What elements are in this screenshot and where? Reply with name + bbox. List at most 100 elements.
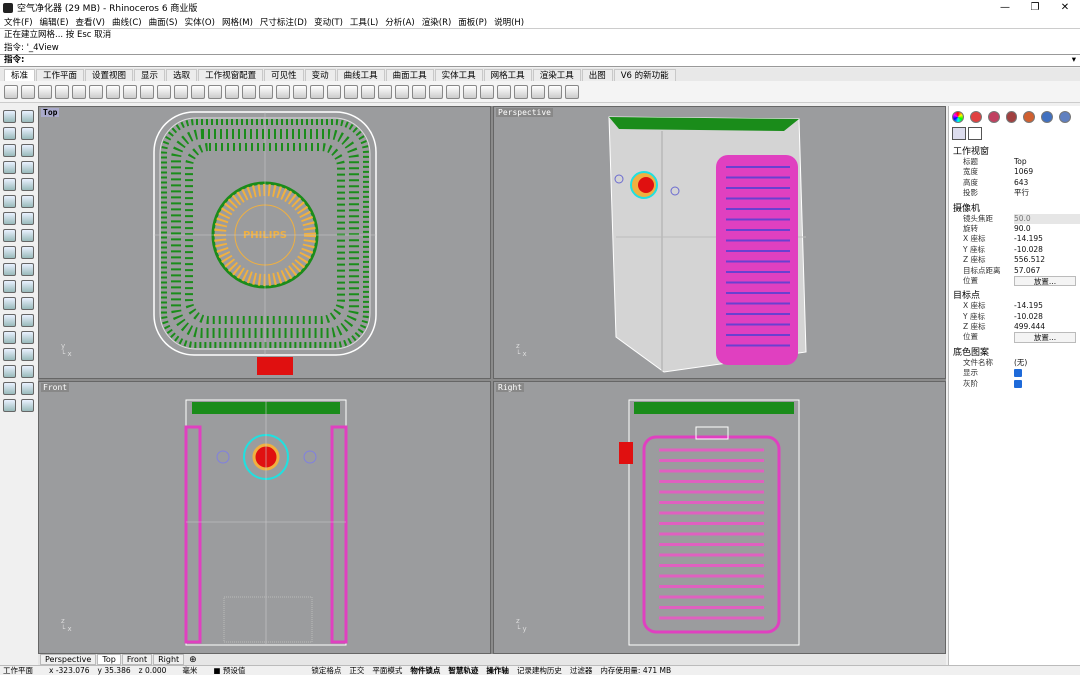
modeling-tool-icon[interactable]	[21, 314, 34, 327]
toolbar-command-icon[interactable]	[242, 84, 256, 99]
modeling-tool-icon[interactable]	[21, 127, 34, 140]
modeling-tool-icon[interactable]	[21, 263, 34, 276]
toolbar-command-icon[interactable]	[327, 84, 341, 99]
cplane-label[interactable]: 工作平面	[3, 665, 33, 675]
texture-icon[interactable]	[1005, 111, 1018, 123]
current-layer[interactable]: ■ 预设值	[213, 665, 253, 675]
viewport-title-right[interactable]: Right	[496, 383, 525, 392]
toolbar-command-icon[interactable]	[208, 84, 222, 99]
modeling-tool-icon[interactable]	[21, 331, 34, 344]
status-toggle[interactable]: 物件锁点	[410, 665, 440, 675]
toolbar-command-icon[interactable]	[259, 84, 273, 99]
modeling-tool-icon[interactable]	[3, 297, 16, 310]
named-view-icon[interactable]	[1059, 111, 1072, 123]
viewport-tab[interactable]: Perspective	[40, 654, 97, 665]
toolbar-command-icon[interactable]	[21, 84, 35, 99]
toolbar-command-icon[interactable]	[463, 84, 477, 99]
modeling-tool-icon[interactable]	[21, 399, 34, 412]
status-toggle[interactable]: 内存使用量: 471 MB	[600, 665, 671, 675]
toolbar-command-icon[interactable]	[174, 84, 188, 99]
modeling-tool-icon[interactable]	[3, 314, 16, 327]
toolbar-command-icon[interactable]	[361, 84, 375, 99]
modeling-tool-icon[interactable]	[3, 161, 16, 174]
modeling-tool-icon[interactable]	[3, 263, 16, 276]
status-toggle[interactable]: 正交	[349, 665, 364, 675]
close-button[interactable]: ✕	[1050, 0, 1080, 15]
modeling-tool-icon[interactable]	[3, 365, 16, 378]
modeling-tool-icon[interactable]	[21, 348, 34, 361]
toolbar-command-icon[interactable]	[565, 84, 579, 99]
toolbar-tab[interactable]: V6 的新功能	[613, 69, 676, 81]
add-viewport-icon[interactable]: ⊕	[189, 655, 197, 665]
status-toggle[interactable]: 记录建构历史	[517, 665, 562, 675]
toolbar-command-icon[interactable]	[429, 84, 443, 99]
toolbar-command-icon[interactable]	[378, 84, 392, 99]
toolbar-tab[interactable]: 网格工具	[483, 69, 532, 81]
toolbar-command-icon[interactable]	[157, 84, 171, 99]
modeling-tool-icon[interactable]	[3, 212, 16, 225]
toolbar-tab[interactable]: 可见性	[264, 69, 304, 81]
material-icon[interactable]	[987, 111, 1000, 123]
place-button[interactable]: 放置...	[1014, 332, 1076, 343]
viewport-properties-icon[interactable]	[968, 127, 982, 140]
toolbar-command-icon[interactable]	[276, 84, 290, 99]
viewport-tab[interactable]: Top	[97, 654, 121, 665]
toolbar-command-icon[interactable]	[480, 84, 494, 99]
menu-item[interactable]: 说明(H)	[494, 16, 524, 28]
menu-item[interactable]: 渲染(R)	[422, 16, 452, 28]
toolbar-command-icon[interactable]	[514, 84, 528, 99]
modeling-tool-icon[interactable]	[3, 178, 16, 191]
menu-item[interactable]: 网格(M)	[222, 16, 253, 28]
minimize-button[interactable]: —	[990, 0, 1020, 15]
modeling-tool-icon[interactable]	[3, 110, 16, 123]
modeling-tool-icon[interactable]	[21, 229, 34, 242]
toolbar-command-icon[interactable]	[4, 84, 18, 99]
toolbar-tab[interactable]: 变动	[304, 69, 336, 81]
modeling-tool-icon[interactable]	[21, 144, 34, 157]
modeling-tool-icon[interactable]	[21, 178, 34, 191]
modeling-tool-icon[interactable]	[21, 297, 34, 310]
modeling-tool-icon[interactable]	[21, 110, 34, 123]
toolbar-tab[interactable]: 渲染工具	[532, 69, 581, 81]
checkbox[interactable]	[1014, 369, 1022, 378]
toolbar-command-icon[interactable]	[123, 84, 137, 99]
toolbar-command-icon[interactable]	[412, 84, 426, 99]
modeling-tool-icon[interactable]	[21, 280, 34, 293]
menu-item[interactable]: 实体(O)	[185, 16, 215, 28]
modeling-tool-icon[interactable]	[3, 399, 16, 412]
toolbar-command-icon[interactable]	[310, 84, 324, 99]
modeling-tool-icon[interactable]	[21, 246, 34, 259]
toolbar-command-icon[interactable]	[293, 84, 307, 99]
toolbar-tab[interactable]: 出图	[581, 69, 613, 81]
light-icon[interactable]	[1023, 111, 1036, 123]
layer-icon[interactable]	[969, 111, 982, 123]
folder-icon[interactable]	[1041, 111, 1054, 123]
modeling-tool-icon[interactable]	[21, 365, 34, 378]
viewport-tab[interactable]: Right	[153, 654, 185, 665]
viewport-right[interactable]: Right z └ y	[493, 381, 946, 654]
menu-item[interactable]: 面板(P)	[458, 16, 487, 28]
toolbar-command-icon[interactable]	[497, 84, 511, 99]
modeling-tool-icon[interactable]	[3, 144, 16, 157]
camera-icon[interactable]	[952, 127, 966, 140]
modeling-tool-icon[interactable]	[3, 195, 16, 208]
modeling-tool-icon[interactable]	[21, 382, 34, 395]
menu-item[interactable]: 文件(F)	[4, 16, 33, 28]
toolbar-command-icon[interactable]	[395, 84, 409, 99]
modeling-tool-icon[interactable]	[3, 331, 16, 344]
toolbar-tab[interactable]: 工作平面	[36, 69, 85, 81]
menu-item[interactable]: 曲面(S)	[149, 16, 178, 28]
toolbar-command-icon[interactable]	[89, 84, 103, 99]
toolbar-command-icon[interactable]	[72, 84, 86, 99]
toolbar-command-icon[interactable]	[344, 84, 358, 99]
viewport-title-top[interactable]: Top	[41, 108, 60, 117]
modeling-tool-icon[interactable]	[3, 246, 16, 259]
viewport-title-perspective[interactable]: Perspective	[496, 108, 553, 117]
toolbar-tab[interactable]: 显示	[134, 69, 166, 81]
menu-item[interactable]: 查看(V)	[76, 16, 105, 28]
menu-item[interactable]: 分析(A)	[385, 16, 414, 28]
viewport-title-front[interactable]: Front	[41, 383, 70, 392]
maximize-button[interactable]: ❐	[1020, 0, 1050, 15]
toolbar-tab[interactable]: 曲线工具	[336, 69, 385, 81]
viewport-top[interactable]: Top PHILIPS y └ x	[38, 106, 491, 379]
